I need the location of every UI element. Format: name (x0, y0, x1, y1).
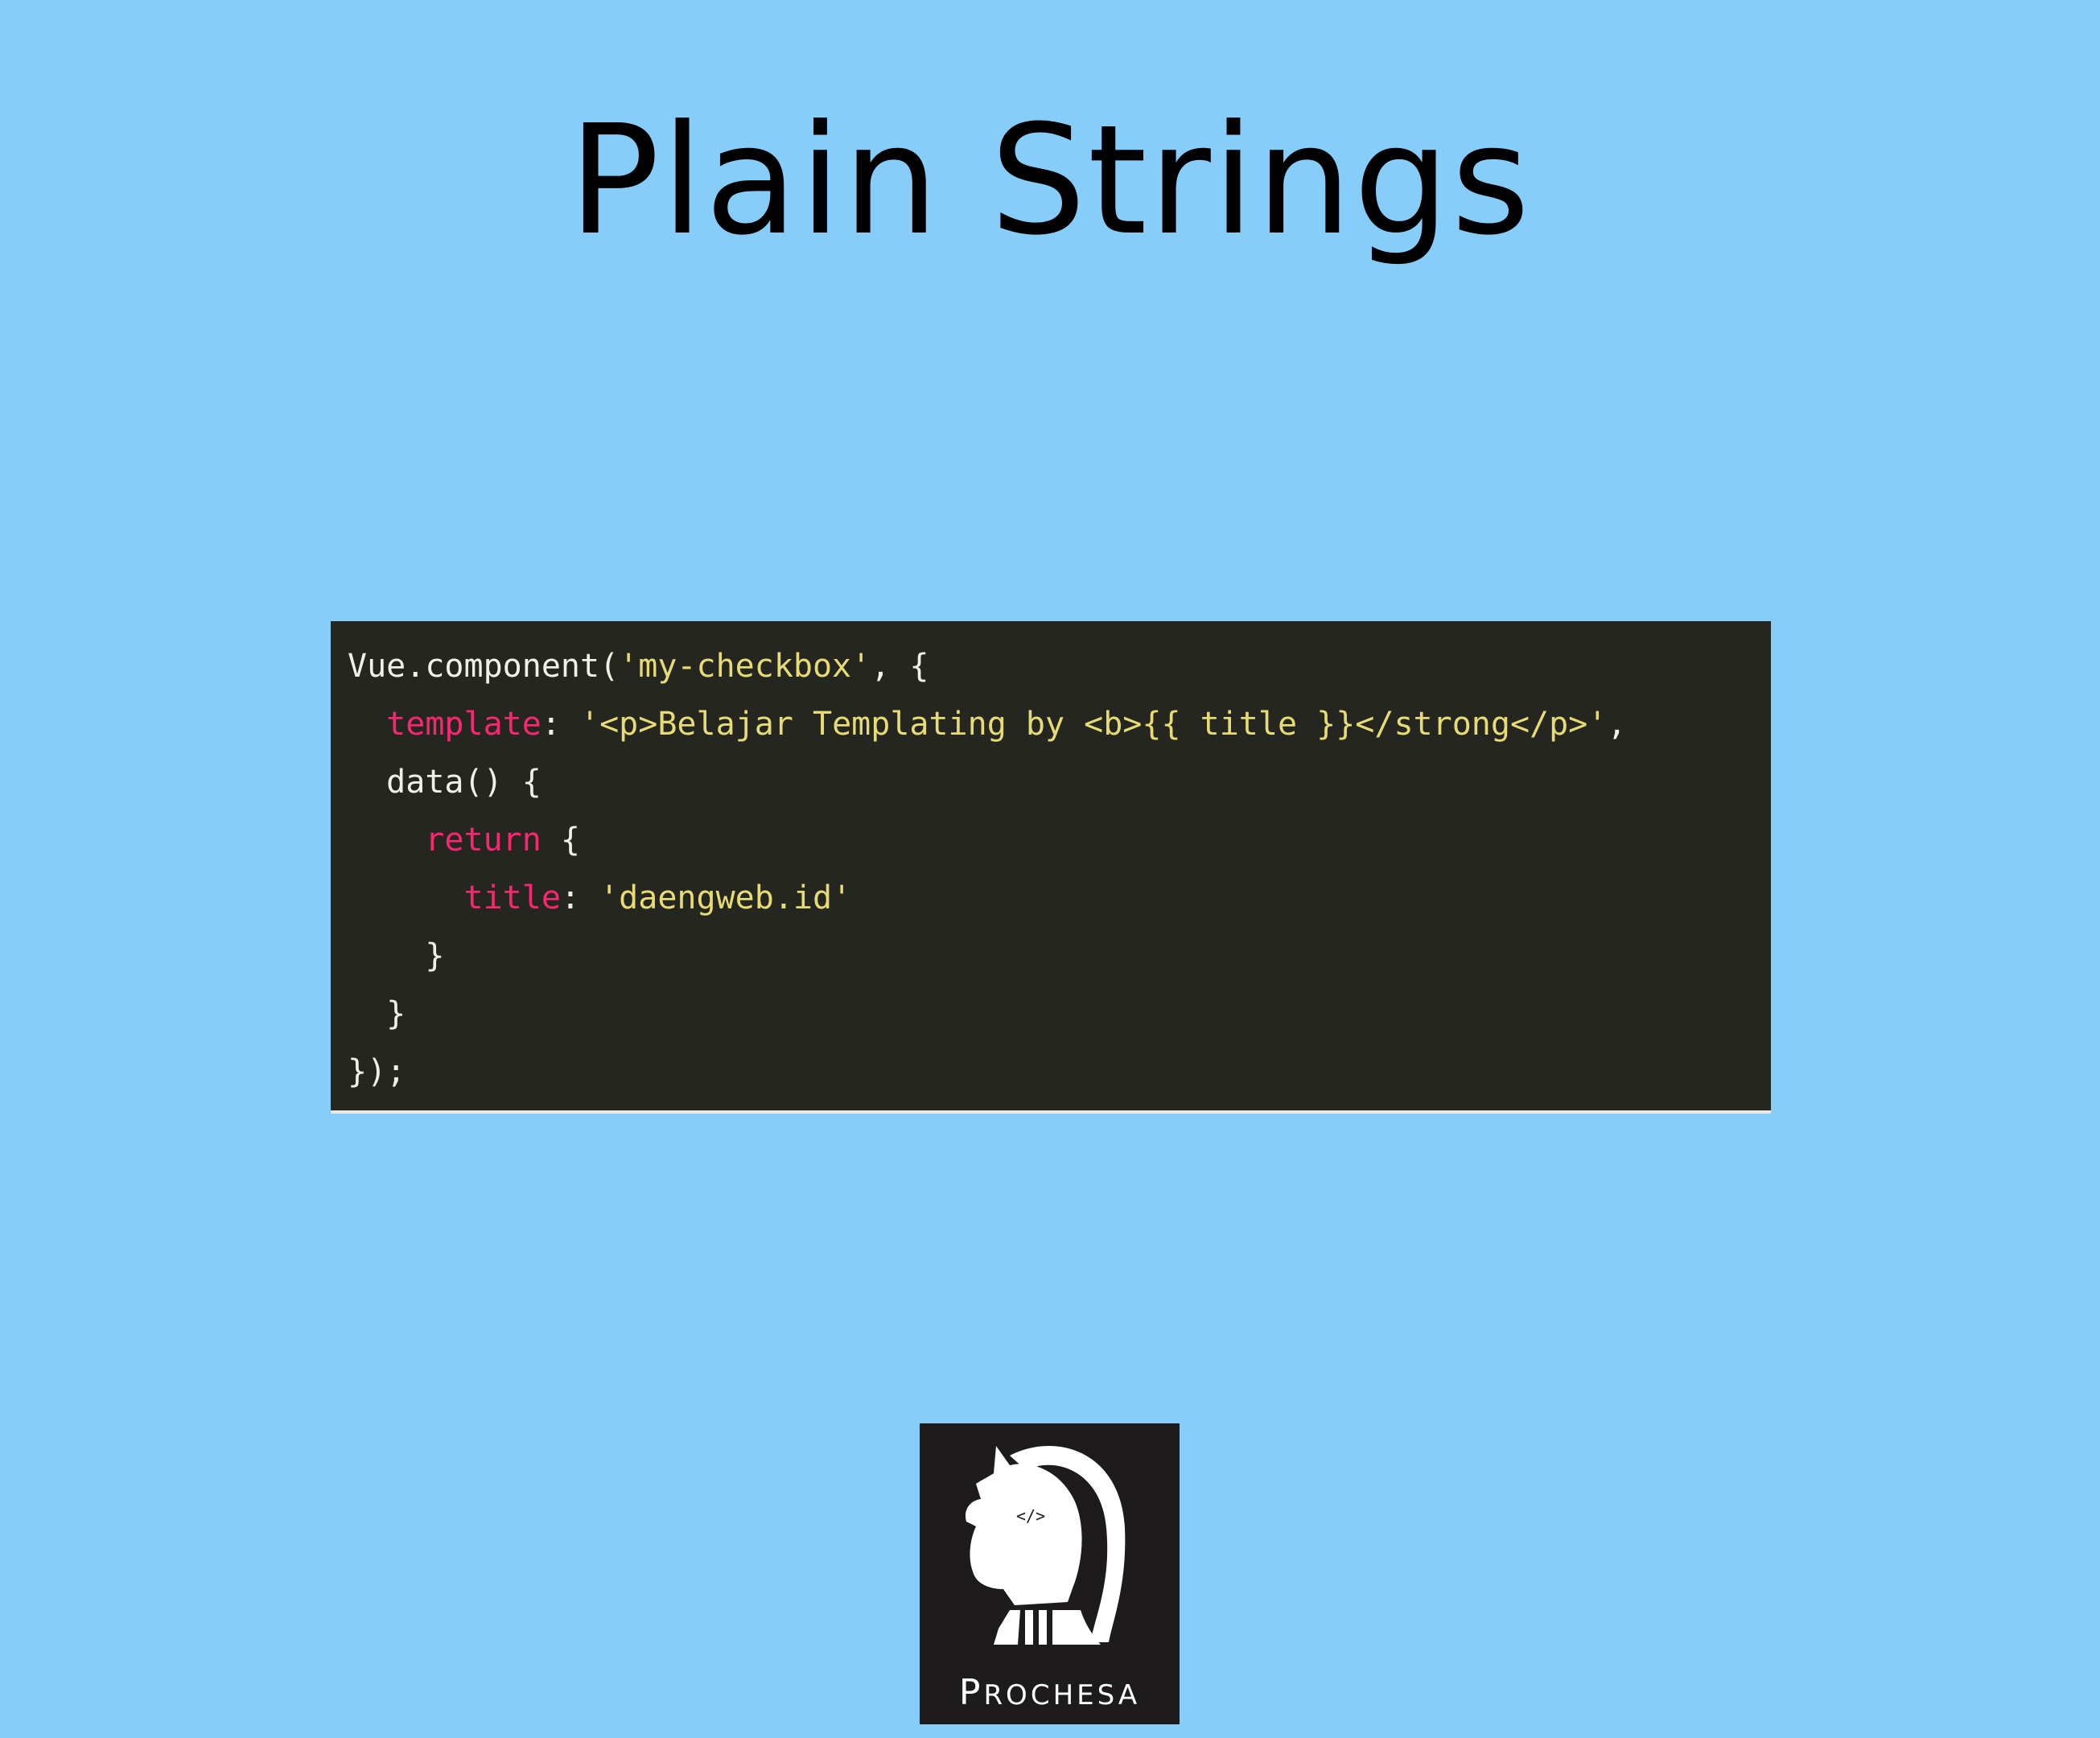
code-text: : (560, 879, 600, 916)
code-line: } (348, 985, 1626, 1043)
prochesa-logo: </> PROCHESA (920, 1423, 1180, 1724)
code-string: 'my-checkbox' (619, 648, 871, 685)
slide-title: Plain Strings (568, 93, 1532, 269)
code-line: }); (348, 1043, 1626, 1101)
code-line: template: '<p>Belajar Templating by <b>{… (348, 695, 1626, 753)
code-lines: Vue.component('my-checkbox', { template:… (348, 637, 1626, 1101)
code-text: Vue.component( (348, 648, 620, 685)
code-text: : (541, 706, 580, 743)
code-line: } (348, 927, 1626, 985)
code-text: { (541, 822, 580, 859)
brand-name: PROCHESA (958, 1672, 1141, 1713)
code-keyword: template (386, 706, 541, 743)
code-text: , { (871, 648, 929, 685)
code-line: Vue.component('my-checkbox', { (348, 637, 1626, 695)
code-keyword: title (463, 879, 561, 916)
code-keyword: return (425, 822, 541, 859)
code-text: data() { (386, 764, 541, 801)
code-block: Vue.component('my-checkbox', { template:… (331, 621, 1771, 1114)
code-line: return { (348, 811, 1626, 869)
code-string: '<p>Belajar Templating by <b>{{ title }}… (580, 706, 1608, 743)
code-line: title: 'daengweb.id' (348, 869, 1626, 927)
code-text: }); (348, 1053, 406, 1090)
code-text: } (386, 995, 406, 1032)
code-line: data() { (348, 753, 1626, 811)
code-text: , (1607, 706, 1627, 743)
code-string: 'daengweb.id' (599, 879, 852, 916)
code-mark: </> (1016, 1506, 1045, 1526)
code-text: } (425, 937, 445, 974)
